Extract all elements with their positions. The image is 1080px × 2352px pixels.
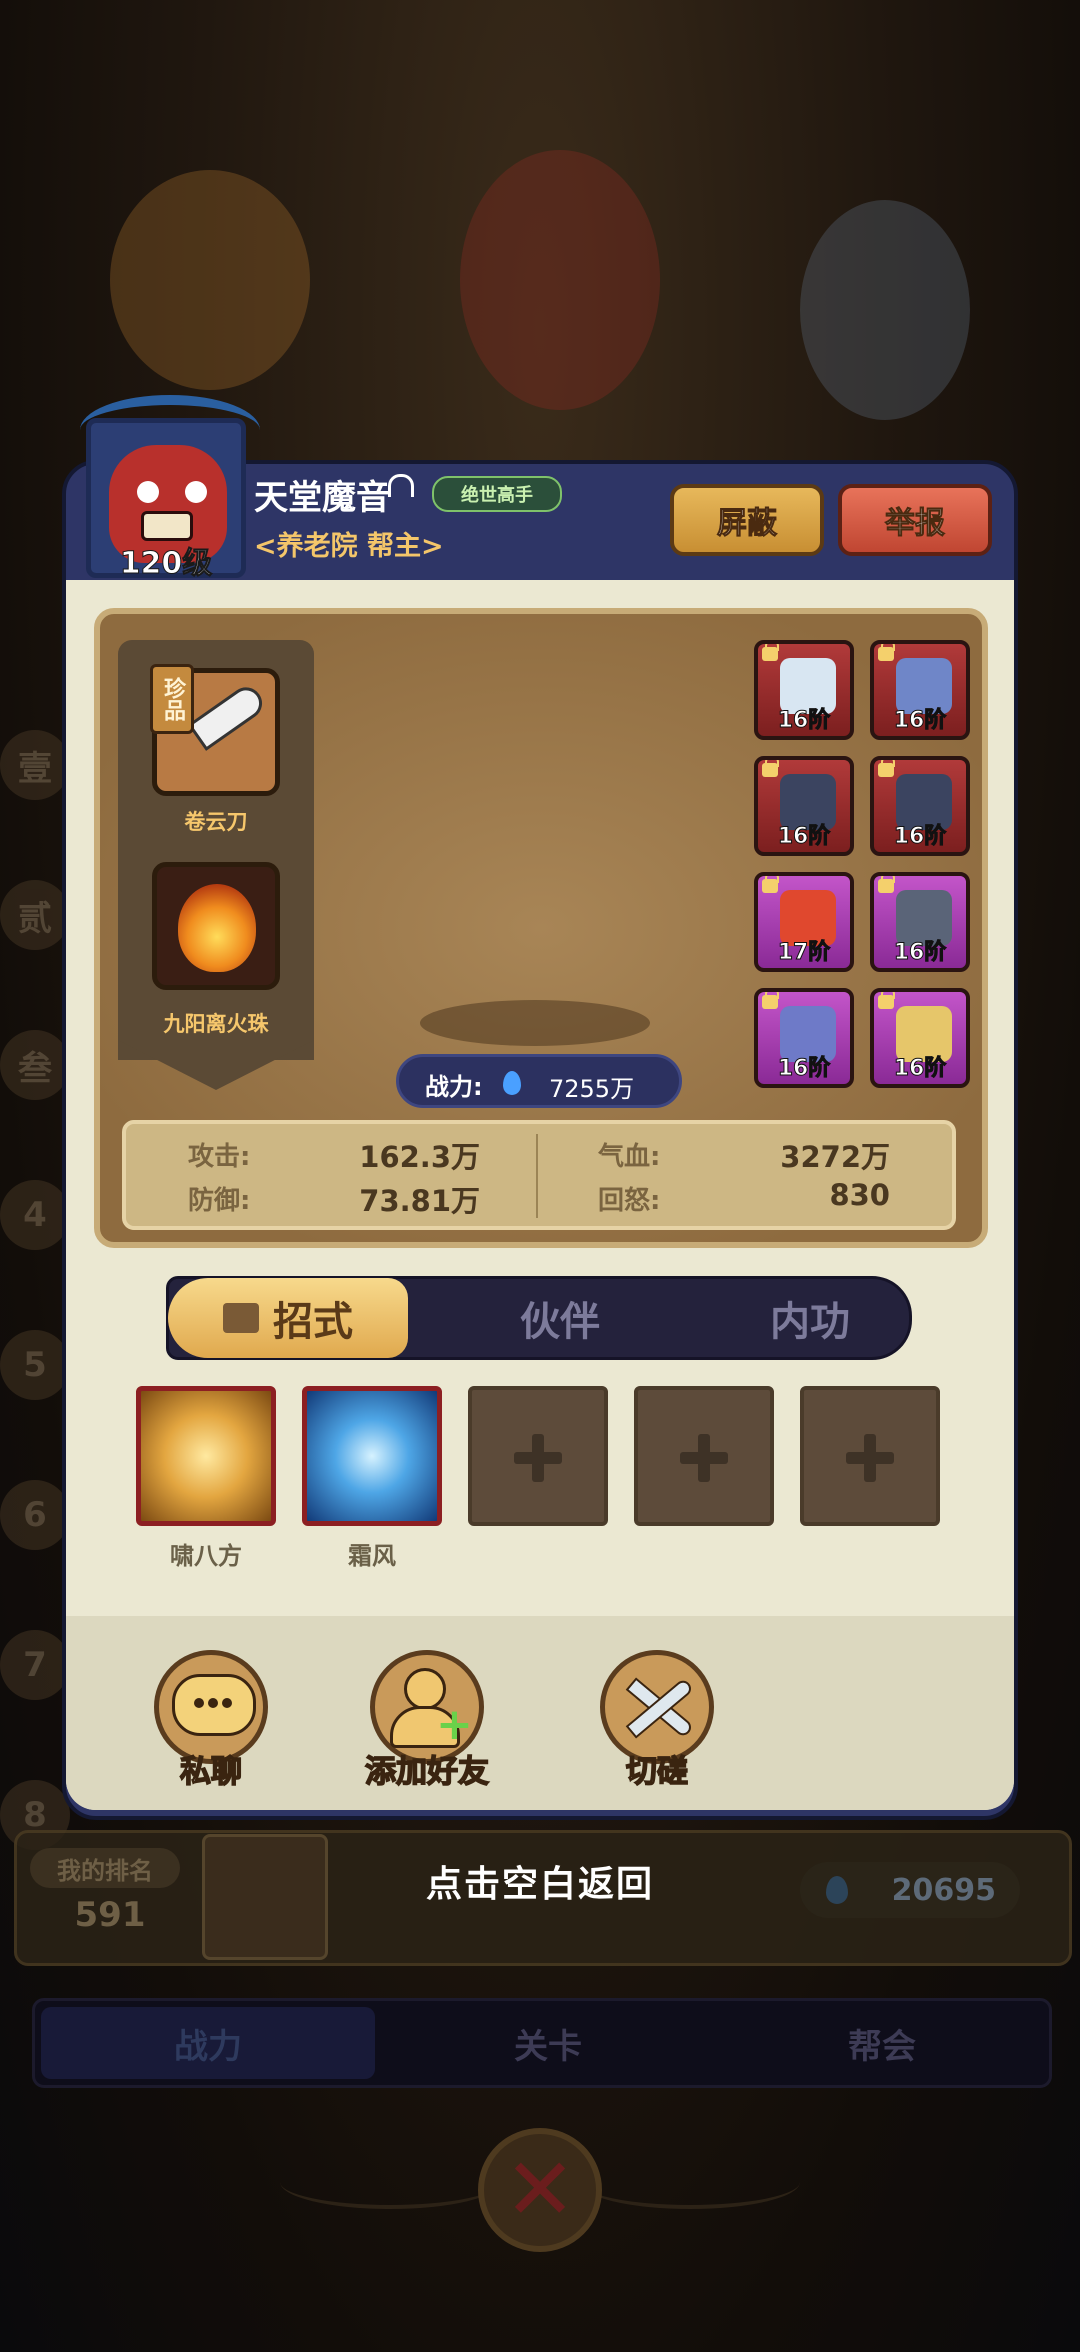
side-rank-7: 7 bbox=[0, 1630, 70, 1700]
treasure-banner-tip bbox=[118, 1040, 314, 1090]
close-ornament-left bbox=[280, 2155, 500, 2209]
power-drop-icon bbox=[503, 1071, 521, 1095]
add-friend-button[interactable]: + 添加好友 bbox=[352, 1650, 502, 1791]
equipment-tier: 16阶 bbox=[893, 824, 947, 850]
avatar-eye-right bbox=[185, 481, 207, 503]
lock-icon bbox=[878, 876, 895, 893]
ranking-tabs: 战力 关卡 帮会 bbox=[32, 1998, 1052, 2088]
tab-moves[interactable]: 招式 bbox=[168, 1278, 408, 1358]
lock-icon bbox=[762, 760, 779, 777]
equipment-slot[interactable]: 17阶 bbox=[754, 872, 854, 972]
equipment-slot[interactable]: 16阶 bbox=[870, 756, 970, 856]
side-rank-4: 4 bbox=[0, 1180, 70, 1250]
equipment-tier: 16阶 bbox=[777, 1056, 831, 1082]
defense-value: 73.81万 bbox=[359, 1184, 480, 1218]
lock-icon bbox=[878, 760, 895, 777]
skill-slot-2[interactable] bbox=[302, 1386, 442, 1526]
treasure-name-blade: 卷云刀 bbox=[184, 810, 248, 834]
lock-icon bbox=[878, 644, 895, 661]
side-rank-3: 叁 bbox=[0, 1030, 70, 1100]
report-button[interactable]: 举报 bbox=[838, 484, 992, 556]
side-rank-5: 5 bbox=[0, 1330, 70, 1400]
equipment-slot[interactable]: 16阶 bbox=[754, 988, 854, 1088]
lock-icon bbox=[878, 992, 895, 1009]
close-button[interactable]: ✕ bbox=[478, 2128, 602, 2252]
background-character-hero bbox=[800, 200, 970, 420]
defense-label: 防御: bbox=[188, 1186, 251, 1216]
power-label: 战力: bbox=[425, 1073, 483, 1101]
attack-label: 攻击: bbox=[188, 1142, 251, 1172]
equipment-tier: 17阶 bbox=[777, 940, 831, 966]
close-icon: ✕ bbox=[503, 2140, 577, 2240]
equipment-slot[interactable]: 16阶 bbox=[754, 756, 854, 856]
equipment-tier: 16阶 bbox=[893, 708, 947, 734]
attack-value: 162.3万 bbox=[359, 1140, 480, 1174]
tab-power-ranking[interactable]: 战力 bbox=[41, 2007, 375, 2079]
chat-button[interactable]: 私聊 bbox=[136, 1650, 286, 1791]
plus-icon: + bbox=[436, 1699, 473, 1750]
equipment-tier: 16阶 bbox=[777, 708, 831, 734]
avatar-mouth bbox=[141, 511, 193, 541]
lock-icon bbox=[762, 644, 779, 661]
tab-guild-ranking[interactable]: 帮会 bbox=[715, 2001, 1049, 2085]
player-level: 120级 bbox=[119, 546, 213, 582]
spar-label: 切磋 bbox=[625, 1753, 689, 1791]
rage-label: 回怒: bbox=[598, 1186, 661, 1216]
hp-label: 气血: bbox=[598, 1142, 661, 1172]
skill-name-2: 霜风 bbox=[348, 1542, 396, 1570]
chat-label: 私聊 bbox=[179, 1753, 243, 1791]
equipment-slot[interactable]: 16阶 bbox=[870, 872, 970, 972]
player-name: 天堂魔音 bbox=[254, 478, 390, 518]
empty-skill-slot-3[interactable] bbox=[468, 1386, 608, 1526]
empty-skill-slot-5[interactable] bbox=[800, 1386, 940, 1526]
skill-slot-1[interactable] bbox=[136, 1386, 276, 1526]
treasure-name-fire-orb: 九阳离火珠 bbox=[163, 1012, 269, 1036]
power-value: 7255万 bbox=[549, 1075, 635, 1103]
book-icon bbox=[223, 1303, 259, 1333]
hp-value: 3272万 bbox=[780, 1140, 890, 1174]
tap-blank-to-return-hint[interactable]: 点击空白返回 bbox=[0, 1855, 1080, 1907]
lock-icon bbox=[762, 992, 779, 1009]
side-rank-6: 6 bbox=[0, 1480, 70, 1550]
headset-icon bbox=[388, 474, 414, 497]
equipment-tier: 16阶 bbox=[777, 824, 831, 850]
block-button[interactable]: 屏蔽 bbox=[670, 484, 824, 556]
empty-skill-slot-4[interactable] bbox=[634, 1386, 774, 1526]
hat-decoration bbox=[80, 395, 260, 465]
title-badge: 绝世高手 bbox=[432, 476, 562, 512]
equipment-tier: 16阶 bbox=[893, 1056, 947, 1082]
skill-name-1: 啸八方 bbox=[170, 1542, 242, 1570]
equipment-slot[interactable]: 16阶 bbox=[870, 640, 970, 740]
tab-moves-label: 招式 bbox=[273, 1299, 353, 1345]
equipment-tier: 16阶 bbox=[893, 940, 947, 966]
side-rank-2: 贰 bbox=[0, 880, 70, 950]
stats-divider bbox=[536, 1134, 538, 1218]
tab-internal[interactable]: 内功 bbox=[690, 1278, 930, 1358]
tab-partners[interactable]: 伙伴 bbox=[440, 1278, 680, 1358]
guild-name: <养老院 帮主> bbox=[254, 531, 444, 562]
lock-icon bbox=[762, 876, 779, 893]
background-character-horse bbox=[460, 150, 660, 410]
equipment-slot[interactable]: 16阶 bbox=[754, 640, 854, 740]
background-character-cat bbox=[110, 170, 310, 390]
add-friend-label: 添加好友 bbox=[364, 1753, 490, 1791]
tab-stage-ranking[interactable]: 关卡 bbox=[381, 2001, 715, 2085]
rage-value: 830 bbox=[829, 1178, 890, 1212]
character-shadow bbox=[420, 1000, 650, 1046]
avatar-eye-left bbox=[137, 481, 159, 503]
rare-tag: 珍品 bbox=[150, 664, 194, 734]
spar-button[interactable]: 切磋 bbox=[582, 1650, 732, 1791]
combat-power: 战力: 7255万 bbox=[396, 1054, 682, 1108]
side-rank-1: 壹 bbox=[0, 730, 70, 800]
fire-orb-icon bbox=[178, 884, 256, 972]
close-ornament-right bbox=[580, 2155, 800, 2209]
equipment-slot[interactable]: 16阶 bbox=[870, 988, 970, 1088]
